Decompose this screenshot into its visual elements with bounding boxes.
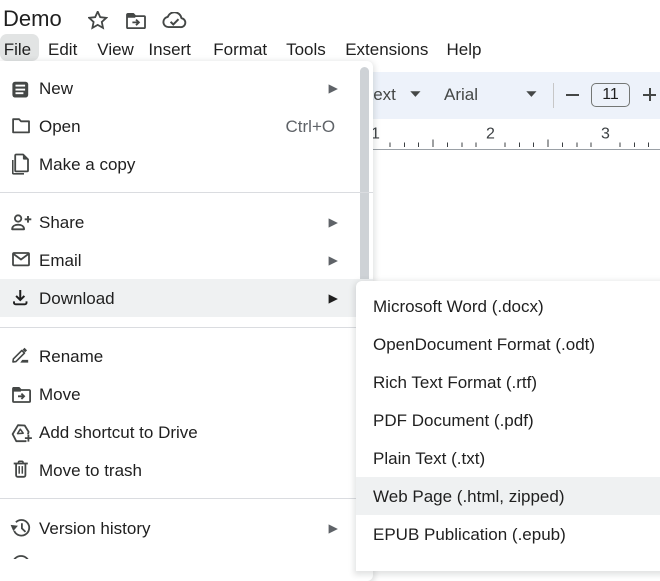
- svg-text:2: 2: [486, 126, 495, 143]
- svg-text:3: 3: [601, 126, 610, 143]
